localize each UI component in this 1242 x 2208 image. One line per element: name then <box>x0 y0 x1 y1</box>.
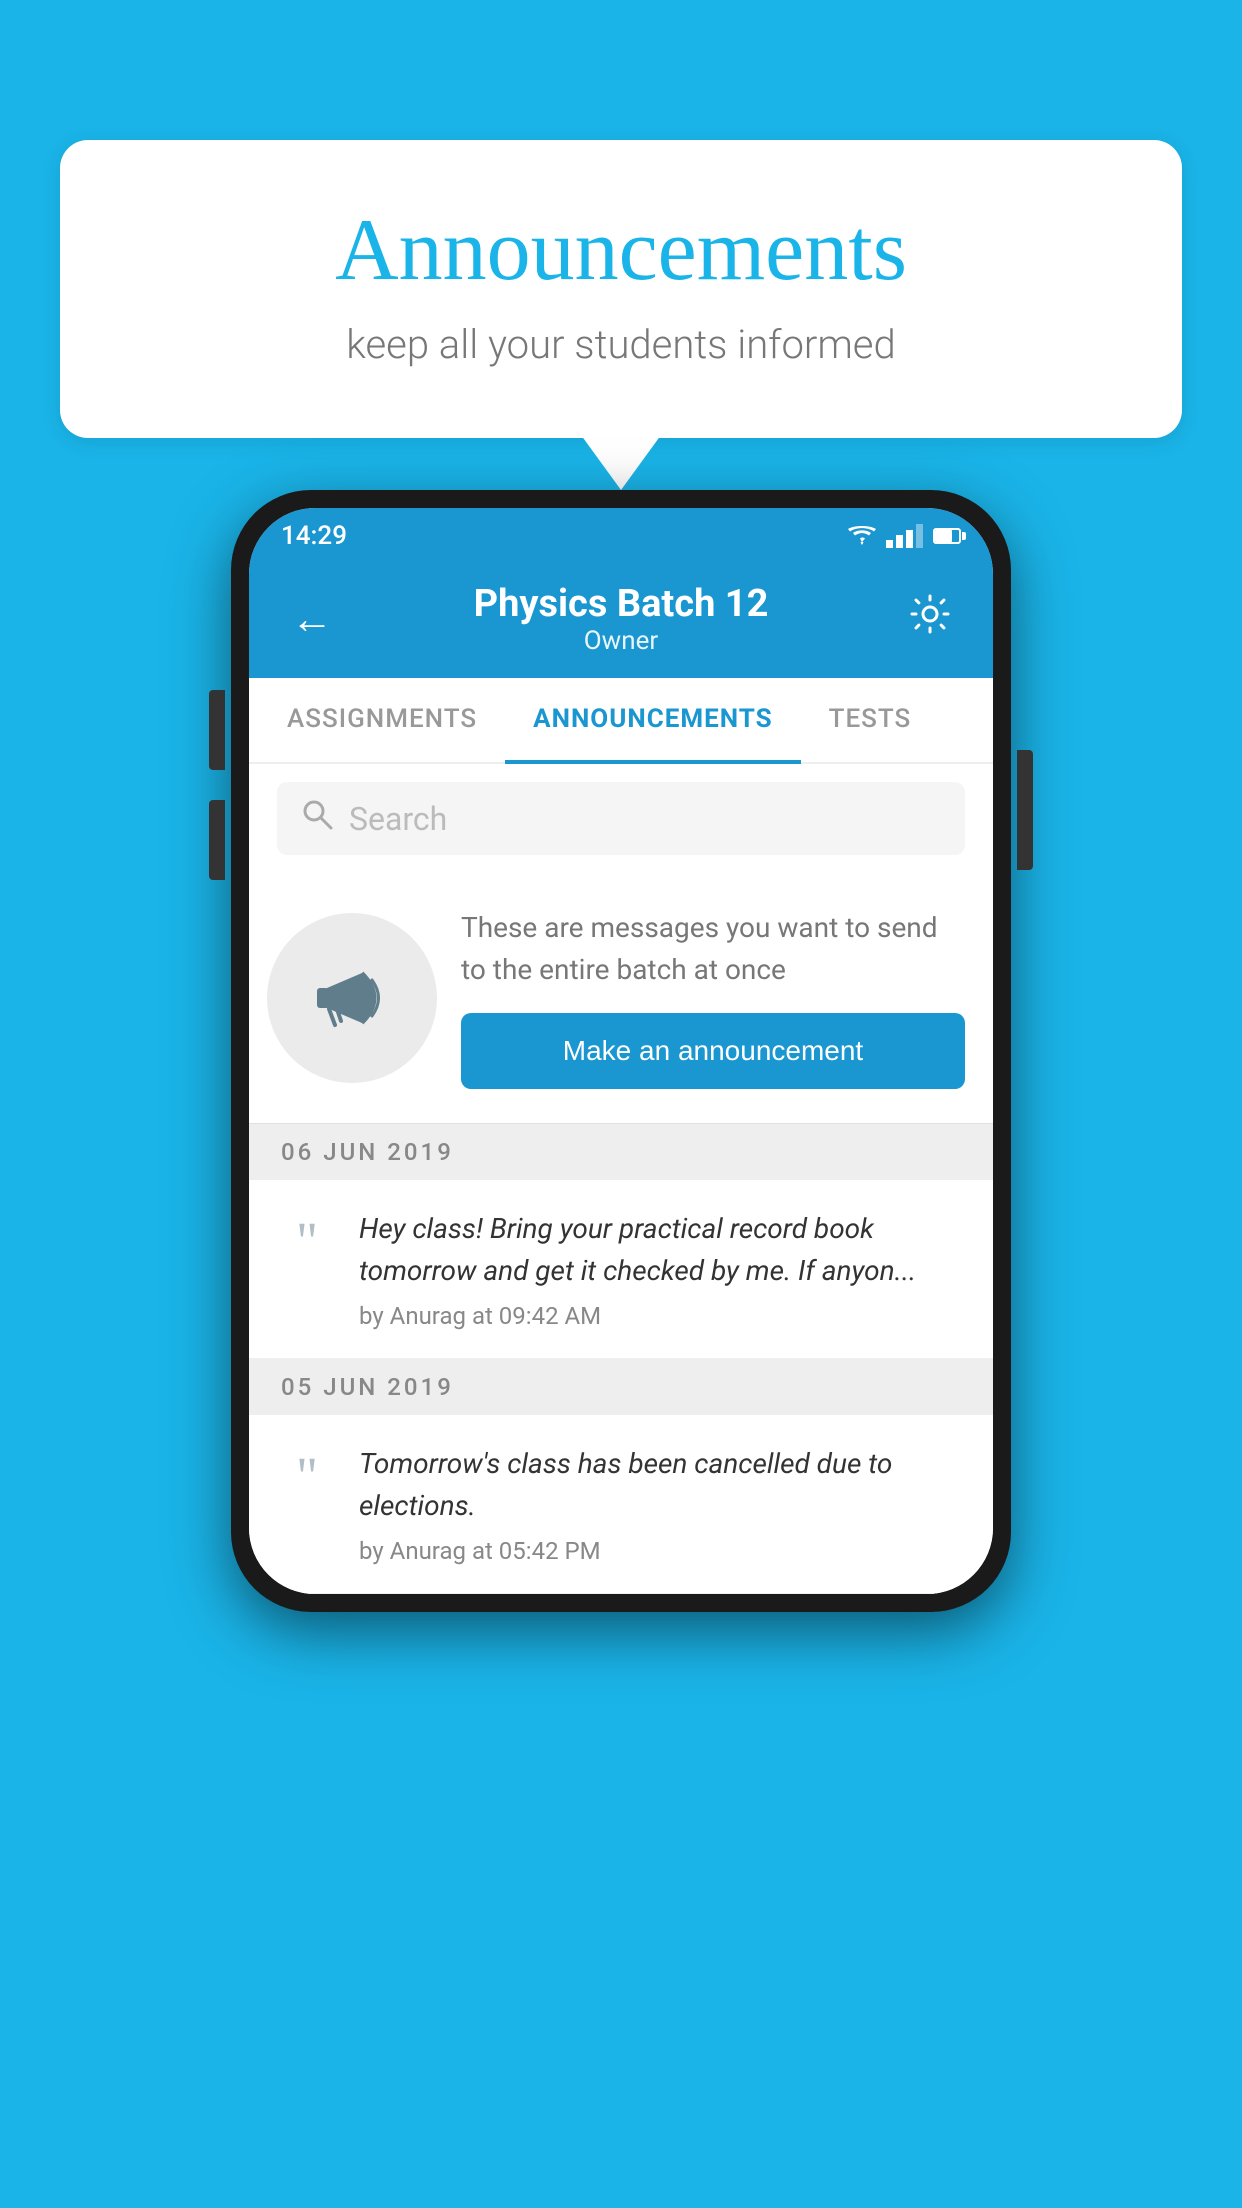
app-header: ← Physics Batch 12 Owner <box>249 564 993 678</box>
announcement-content-1: Hey class! Bring your practical record b… <box>359 1208 965 1330</box>
speech-bubble-section: Announcements keep all your students inf… <box>60 140 1182 438</box>
batch-title: Physics Batch 12 <box>339 582 903 626</box>
tab-assignments[interactable]: ASSIGNMENTS <box>259 678 505 764</box>
announcement-text-1: Hey class! Bring your practical record b… <box>359 1208 965 1292</box>
make-announcement-button[interactable]: Make an announcement <box>461 1013 965 1089</box>
quote-icon-1: " <box>277 1208 337 1268</box>
volume-up-button <box>209 690 225 770</box>
date-label-2: 05 JUN 2019 <box>281 1373 454 1401</box>
signal-icon <box>886 524 923 548</box>
status-time: 14:29 <box>281 521 347 551</box>
battery-icon <box>933 528 961 544</box>
announcement-item-1[interactable]: " Hey class! Bring your practical record… <box>249 1180 993 1359</box>
announcement-meta-1: by Anurag at 09:42 AM <box>359 1302 965 1330</box>
promo-section: These are messages you want to send to t… <box>249 873 993 1124</box>
announcement-text-2: Tomorrow's class has been cancelled due … <box>359 1443 965 1527</box>
megaphone-icon <box>307 953 397 1043</box>
back-button[interactable]: ← <box>285 589 339 649</box>
promo-icon-circle <box>267 913 437 1083</box>
promo-content: These are messages you want to send to t… <box>461 907 965 1089</box>
announcement-item-2[interactable]: " Tomorrow's class has been cancelled du… <box>249 1415 993 1594</box>
date-label-1: 06 JUN 2019 <box>281 1138 454 1166</box>
phone-mockup: 14:29 <box>231 490 1011 1612</box>
batch-subtitle: Owner <box>339 626 903 656</box>
settings-button[interactable] <box>903 587 957 651</box>
quote-icon-2: " <box>277 1443 337 1503</box>
date-separator-2: 05 JUN 2019 <box>249 1359 993 1415</box>
date-separator-1: 06 JUN 2019 <box>249 1124 993 1180</box>
phone-outer-frame: 14:29 <box>231 490 1011 1612</box>
tab-bar: ASSIGNMENTS ANNOUNCEMENTS TESTS <box>249 678 993 764</box>
search-container: Search <box>249 764 993 873</box>
header-title-group: Physics Batch 12 Owner <box>339 582 903 656</box>
speech-bubble-card: Announcements keep all your students inf… <box>60 140 1182 438</box>
search-icon-svg <box>301 798 333 830</box>
search-icon <box>301 798 333 839</box>
announcement-content-2: Tomorrow's class has been cancelled due … <box>359 1443 965 1565</box>
announcement-meta-2: by Anurag at 05:42 PM <box>359 1537 965 1565</box>
status-icons <box>848 524 961 548</box>
search-bar[interactable]: Search <box>277 782 965 855</box>
phone-screen: 14:29 <box>249 508 993 1594</box>
bubble-subtitle: keep all your students informed <box>140 321 1102 368</box>
promo-description: These are messages you want to send to t… <box>461 907 965 991</box>
tab-tests[interactable]: TESTS <box>801 678 940 764</box>
power-button <box>1017 750 1033 870</box>
tab-announcements[interactable]: ANNOUNCEMENTS <box>505 678 800 764</box>
wifi-icon <box>848 525 876 547</box>
volume-down-button <box>209 800 225 880</box>
status-bar: 14:29 <box>249 508 993 564</box>
search-placeholder: Search <box>349 800 447 838</box>
gear-icon <box>909 593 951 635</box>
bubble-title: Announcements <box>140 200 1102 301</box>
